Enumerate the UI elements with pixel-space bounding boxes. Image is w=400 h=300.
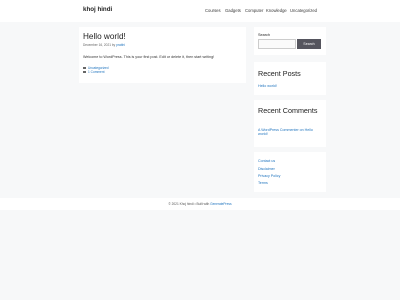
footer-text: © 2021 Khoj hindi • Built with GenerateP… — [0, 202, 400, 206]
recent-post-link[interactable]: Hello world! — [258, 84, 277, 88]
recent-comment-link[interactable]: A WordPress Commenter on Hello world! — [258, 128, 318, 137]
post-title[interactable]: Hello world! — [83, 32, 126, 41]
post-author[interactable]: prabhi — [116, 43, 125, 47]
recent-posts-widget: Recent Posts Hello world! — [254, 62, 326, 95]
site-title[interactable]: khoj hindi — [83, 6, 112, 13]
nav-item-uncategorized[interactable]: Uncategorized — [290, 8, 317, 13]
nav-item-computer[interactable]: Computer — [245, 8, 263, 13]
post-excerpt: Welcome to WordPress. This is your first… — [83, 55, 215, 59]
search-button[interactable]: Search — [297, 39, 321, 49]
links-widget: Contact us Disclaimer Privacy Policy Ter… — [254, 152, 326, 192]
footer-copyright: © 2021 Khoj hindi • Built with — [168, 202, 210, 206]
link-contact-us[interactable]: Contact us — [258, 159, 275, 163]
recent-comments-widget: Recent Comments A WordPress Commenter on… — [254, 100, 326, 147]
post-by: by — [111, 43, 116, 47]
recent-comments-title: Recent Comments — [258, 106, 318, 115]
link-privacy-policy[interactable]: Privacy Policy — [258, 174, 280, 178]
post-meta: December 16, 2021 by prabhi — [83, 43, 125, 47]
nav-item-knowledge[interactable]: Knowledge — [266, 8, 287, 13]
search-widget: Search Search — [254, 27, 326, 55]
post-date: December 16, 2021 — [83, 43, 111, 47]
comment-icon — [83, 70, 86, 74]
recent-posts-title: Recent Posts — [258, 69, 301, 78]
search-input[interactable] — [258, 39, 296, 49]
link-disclaimer[interactable]: Disclaimer — [258, 167, 275, 171]
search-label: Search — [258, 33, 271, 37]
nav-item-gadgets[interactable]: Gadgets — [225, 8, 241, 13]
comments-link[interactable]: 1 Comment — [88, 70, 104, 74]
post-comments: 1 Comment — [83, 70, 104, 74]
link-terms[interactable]: Terms — [258, 181, 268, 185]
post-card: Hello world! December 16, 2021 by prabhi… — [79, 27, 246, 83]
footer-generatepress-link[interactable]: GeneratePress — [210, 202, 231, 206]
site-header: khoj hindi Courses Gadgets Computer Know… — [0, 0, 400, 22]
site-footer: © 2021 Khoj hindi • Built with GenerateP… — [0, 198, 400, 210]
nav-item-courses[interactable]: Courses — [205, 8, 221, 13]
